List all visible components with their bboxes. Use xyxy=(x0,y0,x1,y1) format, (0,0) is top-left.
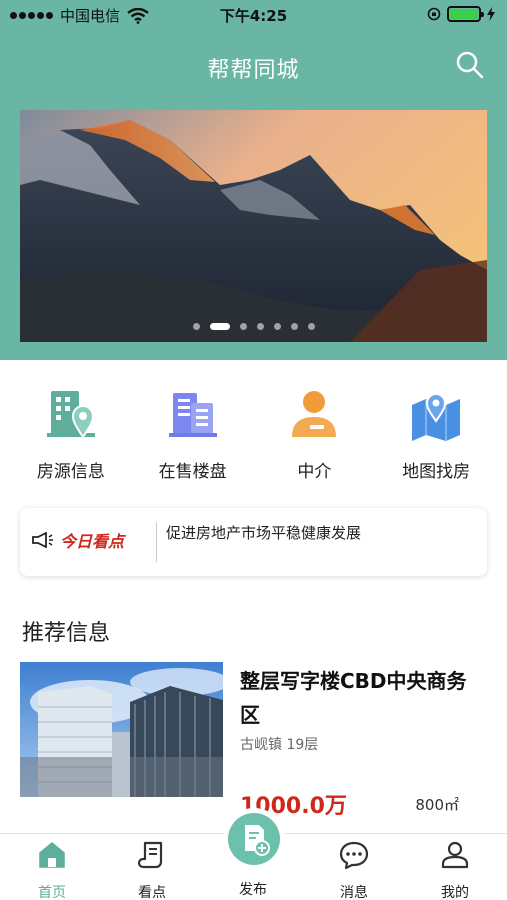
search-button[interactable] xyxy=(455,50,485,80)
battery-icon xyxy=(447,6,484,22)
tab-highlights[interactable]: 看点 xyxy=(112,840,192,900)
scroll-icon xyxy=(137,841,163,869)
agent-person-icon xyxy=(292,391,337,437)
listing-area: 800㎡ xyxy=(415,796,459,814)
charging-icon xyxy=(487,7,495,21)
map-pin-icon xyxy=(412,393,461,441)
tab-label: 我的 xyxy=(441,885,469,900)
status-bar: 中国电信 下午4:25 xyxy=(0,0,507,30)
tab-label-publish: 发布 xyxy=(239,882,267,898)
news-ticker[interactable]: 今日看点 促进房地产市场平稳健康发展 xyxy=(20,508,487,576)
tab-messages[interactable]: 消息 xyxy=(314,840,394,900)
quick-nav: 房源信息 在售楼盘 中介 地图找房 xyxy=(0,385,507,485)
listing-image xyxy=(20,662,223,797)
carousel-dot[interactable] xyxy=(290,323,298,330)
carousel-dot[interactable] xyxy=(192,323,200,330)
header-area: 中国电信 下午4:25 帮帮同城 xyxy=(0,0,507,360)
carousel-dot[interactable] xyxy=(307,323,315,330)
banner-image xyxy=(20,110,487,342)
office-building-photo xyxy=(20,662,223,797)
carousel-dot[interactable] xyxy=(273,323,281,330)
publish-button[interactable] xyxy=(228,813,280,865)
quick-nav-label: 在售楼盘 xyxy=(158,462,227,482)
tab-profile[interactable]: 我的 xyxy=(415,840,495,900)
tab-label: 首页 xyxy=(38,885,66,900)
tab-label: 消息 xyxy=(340,885,368,900)
tab-label: 看点 xyxy=(138,885,166,900)
carousel-dot[interactable] xyxy=(256,323,264,330)
buildings-icon xyxy=(168,393,217,437)
listing-title: 整层写字楼CBD中央商务区 xyxy=(240,669,467,727)
section-title: 推荐信息 xyxy=(22,621,111,646)
megaphone-icon xyxy=(32,532,53,548)
news-badge: 今日看点 xyxy=(32,528,124,552)
carousel-indicator[interactable] xyxy=(20,323,487,330)
orientation-lock-icon xyxy=(427,7,441,21)
news-badge-label: 今日看点 xyxy=(60,532,125,551)
quick-nav-item-house-info[interactable]: 房源信息 xyxy=(16,385,126,485)
news-headline[interactable]: 促进房地产市场平稳健康发展 xyxy=(166,522,361,543)
listing-location: 古岘镇 19层 xyxy=(240,737,319,753)
user-icon xyxy=(441,841,469,869)
chat-bubble-icon xyxy=(339,841,369,870)
carousel-dot[interactable] xyxy=(209,323,230,330)
search-icon xyxy=(456,51,484,79)
quick-nav-label: 房源信息 xyxy=(36,462,105,482)
banner-carousel[interactable] xyxy=(20,110,487,342)
building-location-icon xyxy=(46,391,95,439)
carousel-dot[interactable] xyxy=(239,323,247,330)
tab-home[interactable]: 首页 xyxy=(12,840,92,900)
quick-nav-label: 地图找房 xyxy=(402,462,471,482)
quick-nav-item-map[interactable]: 地图找房 xyxy=(381,385,491,485)
quick-nav-item-agent[interactable]: 中介 xyxy=(259,385,369,485)
page-title: 帮帮同城 xyxy=(207,58,300,83)
listing-card[interactable]: 整层写字楼CBD中央商务区 古岘镇 19层 1000.0万 800㎡ xyxy=(20,662,487,819)
home-icon xyxy=(39,842,65,868)
quick-nav-label: 中介 xyxy=(297,462,332,482)
publish-doc-icon xyxy=(245,825,270,856)
quick-nav-item-on-sale[interactable]: 在售楼盘 xyxy=(138,385,248,485)
divider xyxy=(156,522,157,562)
